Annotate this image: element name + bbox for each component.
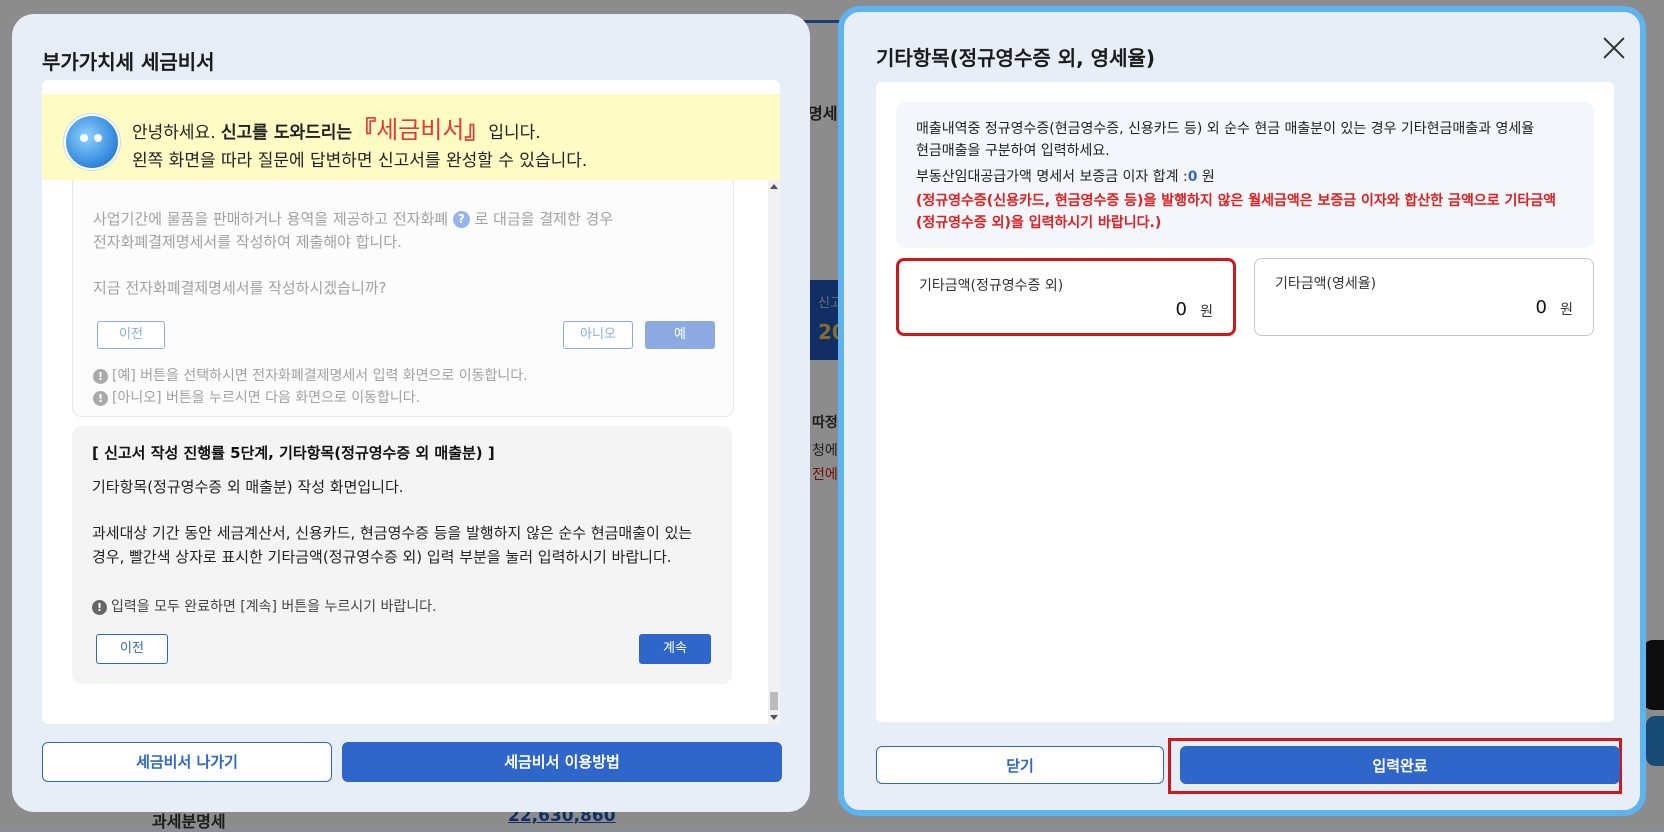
question-line: 사업기간에 물품을 판매하거나 용역을 제공하고 전자화폐 ? 로 대금을 결제… [93,208,613,229]
question-prompt: 지금 전자화폐결제명세서를 작성하시겠습니까? [93,279,387,297]
question-icon[interactable]: ? [452,211,470,228]
info-text: 매출내역중 정규영수증(현금영수증, 신용카드 등) 외 순수 현금 매출분이 … [916,121,1535,137]
yes-button[interactable]: 예 [645,321,715,349]
how-to-use-button[interactable]: 세금비서 이용방법 [342,742,782,782]
guide-title: [ 신고서 작성 진행률 5단계, 기타항목(정규영수증 외 매출분) ] [92,444,495,462]
notice-text: 입력을 모두 완료하면 [계속] 버튼을 누르시기 바랍니다. [111,599,437,615]
conversation-scroll-area[interactable]: 사업기간에 물품을 판매하거나 용역을 제공하고 전자화폐 ? 로 대금을 결제… [42,180,780,724]
previous-button[interactable]: 이전 [96,634,168,664]
no-button[interactable]: 아니오 [563,321,633,349]
field-unit: 원 [1200,304,1213,320]
continue-button[interactable]: 계속 [639,634,711,664]
brand-close-quote: 』 [464,116,489,144]
welcome-banner: 안녕하세요. 신고를 도와드리는『세금비서』입니다. 왼쪽 화면을 따라 질문에… [42,94,780,180]
submit-input-button[interactable]: 입력완료 [1180,746,1620,784]
dialog-content: 매출내역중 정규영수증(현금영수증, 신용카드 등) 외 순수 현금 매출분이 … [876,82,1614,722]
notice-text: [아니오] 버튼을 누르시면 다음 화면으로 이동합니다. [112,390,421,406]
exclamation-icon: ! [93,390,108,406]
step-guide-card: [ 신고서 작성 진행률 5단계, 기타항목(정규영수증 외 매출분) ] 기타… [72,426,732,684]
guide-text: 과세대상 기간 동안 세금계산서, 신용카드, 현금영수증 등을 발행하지 않은… [92,524,693,542]
question-text: 로 대금을 결제한 경우 [474,210,614,228]
brand-open-quote: 『 [352,116,377,144]
previous-button[interactable]: 이전 [97,321,165,349]
tax-assistant-panel: 부가가치세 세금비서 안녕하세요. 신고를 도와드리는『세금비서』입니다. 왼쪽… [12,14,810,812]
deposit-interest-line: 부동산임대공급가액 명세서 보증금 이자 합계 :0 원 [916,166,1215,186]
dialog-title: 기타항목(정규영수증 외, 영세율) [876,46,1156,70]
mascot-icon [64,114,120,170]
scroll-down-icon[interactable] [770,715,778,720]
previous-question-card: 사업기간에 물품을 판매하거나 용역을 제공하고 전자화폐 ? 로 대금을 결제… [72,180,734,417]
field-unit: 원 [1560,302,1573,318]
panel-title: 부가가치세 세금비서 [42,50,215,74]
exit-assistant-button[interactable]: 세금비서 나가기 [42,742,332,782]
assistant-content: 안녕하세요. 신고를 도와드리는『세금비서』입니다. 왼쪽 화면을 따라 질문에… [42,80,780,724]
vertical-scrollbar[interactable] [768,180,780,724]
exclamation-icon: ! [92,599,107,615]
scroll-thumb[interactable] [770,692,778,710]
banner-greeting: 안녕하세요. 신고를 도와드리는『세금비서』입니다. [132,110,541,145]
guide-text: 경우, 빨간색 상자로 표시한 기타금액(정규영수증 외) 입력 부분을 눌러 … [92,548,672,566]
deposit-value: 0 [1187,169,1198,185]
other-amount-zero-rate-field[interactable]: 기타금액(영세율) 0 원 [1254,258,1594,336]
warning-text: (정규영수증 외)을 입력하시기 바랍니다.) [916,215,1162,231]
exclamation-icon: ! [93,368,108,384]
close-button[interactable]: 닫기 [876,746,1164,784]
other-amount-regular-field[interactable]: 기타금액(정규영수증 외) 0 원 [896,258,1236,336]
notice-line: ! [예] 버튼을 선택하시면 전자화폐결제명세서 입력 화면으로 이동합니다. [93,365,528,385]
intro-text: 신고를 도와드리는 [221,123,353,143]
field-value[interactable]: 0 [1536,297,1547,318]
other-items-dialog: 기타항목(정규영수증 외, 영세율) 매출내역중 정규영수증(현금영수증, 신용… [838,6,1646,816]
info-text: 현금매출을 구분하여 입력하세요. [916,143,1110,159]
banner-subtext: 왼쪽 화면을 따라 질문에 답변하면 신고서를 완성할 수 있습니다. [132,151,588,171]
field-label: 기타금액(정규영수증 외) [919,278,1064,294]
close-icon[interactable] [1600,34,1628,62]
guide-notice: ! 입력을 모두 완료하면 [계속] 버튼을 누르시기 바랍니다. [92,596,436,616]
question-line: 전자화폐결제명세서를 작성하여 제출해야 합니다. [93,233,402,251]
banner-tail: 입니다. [488,123,541,143]
info-box: 매출내역중 정규영수증(현금영수증, 신용카드 등) 외 순수 현금 매출분이 … [896,102,1594,248]
field-label: 기타금액(영세율) [1275,276,1377,292]
scroll-up-icon[interactable] [770,184,778,189]
notice-text: [예] 버튼을 선택하시면 전자화폐결제명세서 입력 화면으로 이동합니다. [112,368,528,384]
warning-text: (정규영수증(신용카드, 현금영수증 등)을 발행하지 않은 월세금액은 보증금… [916,193,1556,209]
guide-text: 기타항목(정규영수증 외 매출분) 작성 화면입니다. [92,478,404,496]
brand-name: 세금비서 [376,116,465,144]
deposit-label: 부동산임대공급가액 명세서 보증금 이자 합계 : [916,169,1188,185]
greeting-text: 안녕하세요. [132,123,216,143]
deposit-unit: 원 [1201,169,1215,185]
notice-line: ! [아니오] 버튼을 누르시면 다음 화면으로 이동합니다. [93,387,420,407]
field-value[interactable]: 0 [1176,299,1187,320]
question-text: 사업기간에 물품을 판매하거나 용역을 제공하고 전자화폐 [93,210,449,228]
